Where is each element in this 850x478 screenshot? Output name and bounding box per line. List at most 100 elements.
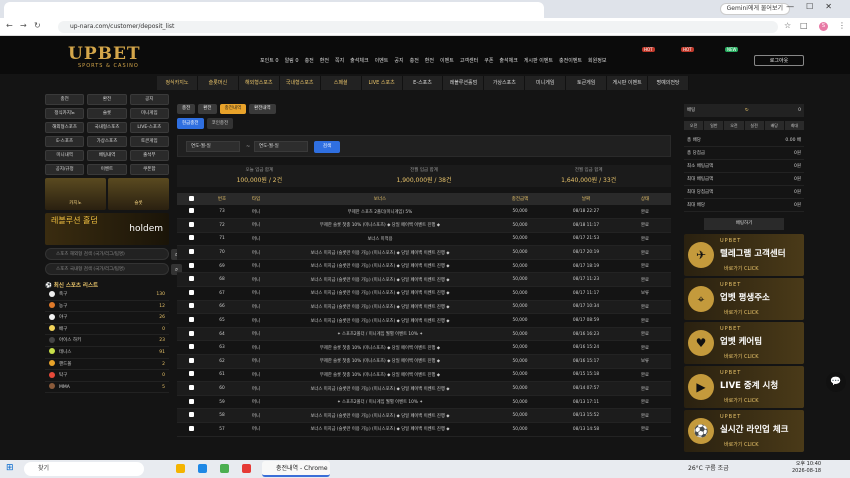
banner-cta[interactable]: 바로가기 CLICK [724, 397, 759, 404]
main-nav-item[interactable]: LIVE 스포츠 [362, 76, 403, 90]
quick-menu-button[interactable]: 출석부 [129, 150, 169, 161]
row-checkbox-cell[interactable] [177, 340, 205, 356]
table-row[interactable]: 73 머니 무제한 스포츠 2폴더(미니게임) 5% 50,000 08/18 22:2… [177, 205, 671, 220]
windows-start-icon[interactable]: ⊞ [6, 463, 14, 473]
quick-menu-button[interactable]: 해외형스포츠 [45, 122, 85, 133]
star-icon[interactable]: ☆ [784, 21, 791, 30]
table-row[interactable]: 61 머니 무제한 슬롯 첫충 10% (미니스포츠) ◆ 당일 페이백 이벤트 진… [177, 368, 671, 383]
clock[interactable]: 오후 10:40 2026-08-18 [792, 461, 821, 475]
sport-item[interactable]: 축구 130 [45, 289, 169, 301]
row-checkbox-cell[interactable] [177, 232, 205, 247]
sub-tab[interactable]: 충전 [177, 104, 196, 114]
top-menu-item[interactable]: 쪽지 [335, 57, 344, 64]
logout-button[interactable]: 로그아웃 [754, 55, 804, 66]
table-row[interactable]: 63 머니 무제한 슬롯 첫충 10% (미니스포츠) ◆ 당일 페이백 이벤트 진… [177, 340, 671, 356]
banner-cta[interactable]: 바로가기 CLICK [724, 353, 759, 360]
checkbox-icon[interactable] [188, 385, 194, 391]
search-domestic-input[interactable]: 스포츠 국내형 검색 (국가/리그/팀명) ⌕ [45, 263, 182, 275]
checkbox-icon[interactable] [188, 330, 194, 336]
checkbox-icon[interactable] [188, 344, 194, 350]
top-menu-item[interactable]: 공지 [394, 57, 403, 64]
promo-banner[interactable]: ▶ UPBET LIVE 중계 시청 바로가기 CLICK [684, 366, 804, 408]
quick-menu-button[interactable]: 환전 [87, 94, 127, 105]
search-button[interactable]: 검색 [314, 141, 340, 153]
row-checkbox-cell[interactable] [177, 368, 205, 383]
quick-menu-button[interactable]: 슬롯 [87, 108, 127, 119]
banner-cta[interactable]: 바로가기 CLICK [724, 265, 759, 272]
top-menu-item[interactable]: 환전 [425, 57, 434, 64]
row-checkbox-cell[interactable] [177, 313, 205, 328]
refresh-icon[interactable]: ↻ [745, 108, 749, 113]
file-explorer-icon[interactable] [176, 464, 185, 473]
row-checkbox-cell[interactable] [177, 422, 205, 437]
quick-menu-button[interactable]: 공지/규정 [45, 164, 85, 175]
bet-preset-tab[interactable]: 배당 [764, 121, 784, 130]
table-row[interactable]: 69 머니 보너스 미지급 (슬롯만 이용 가능) (미니스포츠) ◆ 당일 페이백… [177, 259, 671, 274]
checkbox-icon[interactable] [188, 412, 194, 418]
main-nav-item[interactable]: 정식카지노 [157, 76, 198, 90]
table-row[interactable]: 67 머니 보너스 미지급 (슬롯만 이용 가능) (미니스포츠) ◆ 당일 페이백… [177, 286, 671, 301]
date-from-input[interactable]: 연도-월-일 [186, 141, 240, 152]
table-row[interactable]: 58 머니 보너스 미지급 (슬롯만 이용 가능) (미니스포츠) ◆ 당일 페이백… [177, 408, 671, 423]
top-menu-item[interactable]: 알림 0 [285, 57, 299, 64]
checkbox-icon[interactable] [188, 235, 194, 241]
bet-preset-tab[interactable]: 일반 [704, 121, 724, 130]
extensions-icon[interactable]: □ [800, 21, 808, 30]
top-menu-item[interactable]: 이벤트 [440, 57, 454, 64]
row-checkbox-cell[interactable] [177, 354, 205, 369]
promo-banner[interactable]: ♥ UPBET 업벳 케어팀 바로가기 CLICK [684, 322, 804, 364]
banner-cta[interactable]: 바로가기 CLICK [724, 441, 759, 448]
url-field[interactable]: up-nara.com/customer/deposit_list [58, 21, 778, 33]
select-all-checkbox[interactable] [177, 193, 205, 205]
sport-item[interactable]: 테니스 91 [45, 347, 169, 359]
reload-icon[interactable]: ↻ [34, 21, 41, 30]
checkbox-icon[interactable] [188, 398, 194, 404]
quick-menu-button[interactable]: 공지 [129, 94, 169, 105]
sport-item[interactable]: 탁구 0 [45, 370, 169, 382]
sub-tab[interactable]: 환전내역 [249, 104, 276, 114]
quick-menu-button[interactable]: 미니내역 [45, 150, 85, 161]
top-menu-item[interactable]: 쿠폰 [484, 57, 493, 64]
checkbox-icon[interactable] [188, 303, 194, 309]
checkbox-icon[interactable] [188, 289, 194, 295]
sub-tab[interactable]: 충전내역 [219, 104, 247, 114]
checkbox-icon[interactable] [188, 221, 194, 227]
checkbox-icon[interactable] [188, 317, 194, 323]
window-controls[interactable]: —☐✕ [786, 2, 844, 11]
holdem-banner[interactable]: 레볼루션 홀덤 holdem [45, 213, 169, 245]
taskbar-search[interactable]: 찾기 [24, 462, 144, 476]
row-checkbox-cell[interactable] [177, 408, 205, 423]
weather[interactable]: 26°C 구름 조금 [688, 463, 729, 472]
top-menu-item[interactable]: 충전이벤트 [559, 57, 582, 64]
top-menu-item[interactable]: 환전 [320, 57, 329, 64]
store-icon[interactable] [220, 464, 229, 473]
table-row[interactable]: 70 머니 보너스 미지급 (슬롯만 이용 가능) (미니스포츠) ◆ 당일 페이백… [177, 245, 671, 260]
quick-menu-button[interactable]: 이벤트 [87, 164, 127, 175]
table-row[interactable]: 66 머니 보너스 미지급 (슬롯만 이용 가능) (미니스포츠) ◆ 당일 페이백… [177, 300, 671, 315]
checkbox-icon[interactable] [188, 208, 194, 214]
banner-cta[interactable]: 바로가기 CLICK [724, 309, 759, 316]
top-menu-item[interactable]: 포인트 0 [260, 57, 279, 64]
quick-menu-button[interactable]: 미니게임 [129, 108, 169, 119]
bet-preset-tab[interactable]: 최대 [784, 121, 805, 130]
table-row[interactable]: 64 머니 ✦ 스포츠2폴더 / 미니게임 월별 이벤트 10% ✦ 50,000 08… [177, 327, 671, 342]
table-row[interactable]: 71 머니 보너스 미적용 50,000 08/17 21:53 완료 [177, 232, 671, 247]
table-row[interactable]: 68 머니 보너스 미지급 (슬롯만 이용 가능) (미니스포츠) ◆ 당일 페이백… [177, 272, 671, 288]
main-nav-item[interactable]: 스페셜 [321, 76, 362, 90]
deposit-type-tab[interactable]: 코인충전 [206, 118, 234, 129]
top-menu-item[interactable]: 고객센터 [460, 57, 478, 64]
taskbar-chrome-app[interactable]: 충전내역 - Chrome [262, 461, 330, 477]
checkbox-icon[interactable] [188, 249, 194, 255]
profile-avatar[interactable]: S [819, 22, 828, 31]
row-checkbox-cell[interactable] [177, 381, 205, 396]
site-logo[interactable]: UPBET [68, 44, 141, 64]
gemini-button[interactable]: Gemini에게 물어보기 [719, 3, 790, 15]
search-overseas-input[interactable]: 스포츠 해외형 검색 (국가/리그/팀명) ⌕ [45, 248, 182, 260]
sport-item[interactable]: 농구 12 [45, 301, 169, 313]
banner-card[interactable]: 슬롯 [108, 178, 169, 210]
bet-preset-tab[interactable]: 오전 [724, 121, 744, 130]
top-menu-item[interactable]: 충전 [305, 57, 314, 64]
table-row[interactable]: 57 머니 보너스 미지급 (슬롯만 이용 가능) (미니스포츠) ◆ 당일 페이백… [177, 422, 671, 437]
row-checkbox-cell[interactable] [177, 327, 205, 342]
checkbox-icon[interactable] [188, 425, 194, 431]
